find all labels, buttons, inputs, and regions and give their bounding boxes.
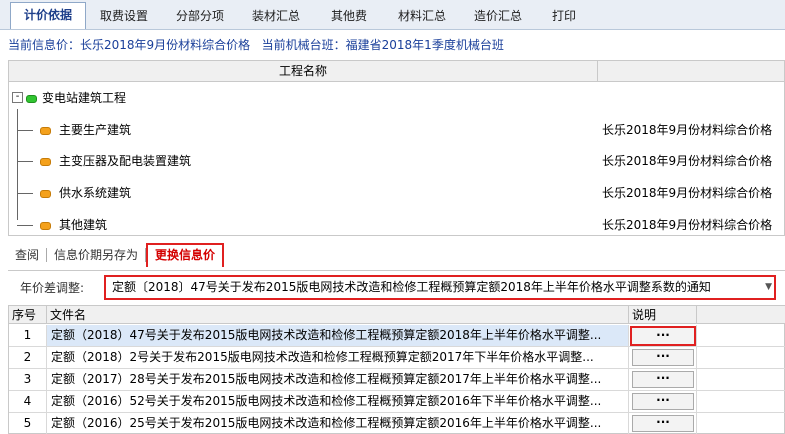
orange-node-icon bbox=[40, 127, 51, 135]
tree-branch-line bbox=[17, 161, 33, 162]
dropdown-arrow-icon[interactable]: ▼ bbox=[765, 277, 772, 298]
orange-node-icon bbox=[40, 158, 51, 166]
file-grid: 序号 文件名 说明 1 定额（2018）47号关于发布2015版电网技术改造和检… bbox=[8, 305, 785, 434]
grid-header: 序号 文件名 说明 bbox=[9, 306, 785, 324]
row-file-name[interactable]: 定额（2016）25号关于发布2015版电网技术改造和检修工程概预算定额2016… bbox=[47, 413, 629, 434]
row-number: 2 bbox=[9, 347, 47, 368]
table-row[interactable]: 2 定额（2018）2号关于发布2015版电网技术改造和检修工程概预算定额201… bbox=[9, 347, 785, 369]
tree-node-label: 主变压器及配电装置建筑 bbox=[59, 154, 192, 168]
row-number: 1 bbox=[9, 325, 47, 346]
tab-cost-summary[interactable]: 造价汇总 bbox=[460, 4, 536, 29]
tab-material-summary[interactable]: 装材汇总 bbox=[238, 4, 314, 29]
project-tree: 工程名称 - 变电站建筑工程 主要生产建筑 长乐2018年9月份材料综合价格 主… bbox=[8, 60, 785, 236]
tree-node-row[interactable]: 主要生产建筑 长乐2018年9月份材料综合价格 bbox=[9, 119, 784, 141]
row-note-cell: ··· bbox=[629, 325, 697, 346]
tab-pricing-basis[interactable]: 计价依据 bbox=[10, 2, 86, 29]
tree-node-price: 长乐2018年9月份材料综合价格 bbox=[602, 218, 773, 232]
tab-print[interactable]: 打印 bbox=[536, 4, 592, 29]
table-row[interactable]: 5 定额（2016）25号关于发布2015版电网技术改造和检修工程概预算定额20… bbox=[9, 413, 785, 434]
tab-lookup[interactable]: 查阅 bbox=[8, 243, 46, 267]
tree-node-label: 其他建筑 bbox=[59, 218, 108, 232]
table-row[interactable]: 4 定额（2016）52号关于发布2015版电网技术改造和检修工程概预算定额20… bbox=[9, 391, 785, 413]
table-row[interactable]: 3 定额（2017）28号关于发布2015版电网技术改造和检修工程概预算定额20… bbox=[9, 369, 785, 391]
row-note-cell: ··· bbox=[629, 369, 697, 390]
row-number: 4 bbox=[9, 391, 47, 412]
ellipsis-button[interactable]: ··· bbox=[632, 415, 694, 432]
tree-branch-line bbox=[17, 193, 33, 194]
year-adjust-selected-value: 定额〔2018〕47号关于发布2015版电网技术改造和检修工程概预算定额2018… bbox=[112, 280, 711, 294]
row-note-cell: ··· bbox=[629, 413, 697, 434]
current-price-label: 当前信息价：长乐2018年9月份材料综合价格 bbox=[8, 38, 251, 52]
column-header-no[interactable]: 序号 bbox=[9, 306, 47, 324]
tree-node-label: 供水系统建筑 bbox=[59, 186, 132, 200]
project-name-column-header[interactable]: 工程名称 bbox=[9, 61, 598, 81]
green-node-icon bbox=[26, 95, 37, 103]
tab-save-price-period[interactable]: 信息价期另存为 bbox=[47, 243, 145, 267]
tab-other-fees[interactable]: 其他费 bbox=[314, 4, 384, 29]
tree-branch-line bbox=[17, 130, 33, 131]
tree-root-row[interactable]: - 变电站建筑工程 bbox=[9, 87, 784, 109]
tab-sections[interactable]: 分部分项 bbox=[162, 4, 238, 29]
table-row[interactable]: 1 定额（2018）47号关于发布2015版电网技术改造和检修工程概预算定额20… bbox=[9, 325, 785, 347]
tree-node-price: 长乐2018年9月份材料综合价格 bbox=[602, 154, 773, 168]
tab-replace-info-price[interactable]: 更换信息价 bbox=[146, 243, 225, 267]
year-adjust-label: 年价差调整: bbox=[20, 281, 85, 295]
tree-node-row[interactable]: 其他建筑 长乐2018年9月份材料综合价格 bbox=[9, 214, 784, 235]
tab-materials-summary[interactable]: 材料汇总 bbox=[384, 4, 460, 29]
main-tab-bar: 计价依据 取费设置 分部分项 装材汇总 其他费 材料汇总 造价汇总 打印 bbox=[0, 0, 785, 30]
column-header-file[interactable]: 文件名 bbox=[47, 306, 629, 324]
current-machine-label: 当前机械台班：福建省2018年1季度机械台班 bbox=[261, 38, 504, 52]
tree-root-label: 变电站建筑工程 bbox=[42, 91, 127, 105]
row-note-cell: ··· bbox=[629, 347, 697, 368]
current-info-bar: 当前信息价：长乐2018年9月份材料综合价格 当前机械台班：福建省2018年1季… bbox=[0, 31, 785, 59]
ellipsis-button[interactable]: ··· bbox=[632, 393, 694, 410]
tree-node-label: 主要生产建筑 bbox=[59, 123, 132, 137]
orange-node-icon bbox=[40, 222, 51, 230]
sub-tab-bar: 查阅 信息价期另存为 更换信息价 bbox=[8, 243, 225, 267]
tree-node-row[interactable]: 主变压器及配电装置建筑 长乐2018年9月份材料综合价格 bbox=[9, 150, 784, 172]
row-number: 3 bbox=[9, 369, 47, 390]
row-note-cell: ··· bbox=[629, 391, 697, 412]
orange-node-icon bbox=[40, 190, 51, 198]
row-file-name[interactable]: 定额（2018）47号关于发布2015版电网技术改造和检修工程概预算定额2018… bbox=[47, 325, 629, 346]
ellipsis-button[interactable]: ··· bbox=[630, 326, 696, 346]
tree-node-price: 长乐2018年9月份材料综合价格 bbox=[602, 186, 773, 200]
year-adjust-select[interactable]: 定额〔2018〕47号关于发布2015版电网技术改造和检修工程概预算定额2018… bbox=[104, 275, 776, 300]
row-file-name[interactable]: 定额（2016）52号关于发布2015版电网技术改造和检修工程概预算定额2016… bbox=[47, 391, 629, 412]
tree-header: 工程名称 bbox=[9, 61, 784, 82]
year-adjust-panel: 年价差调整: 定额〔2018〕47号关于发布2015版电网技术改造和检修工程概预… bbox=[8, 270, 785, 303]
ellipsis-button[interactable]: ··· bbox=[632, 349, 694, 366]
tree-node-price: 长乐2018年9月份材料综合价格 bbox=[602, 123, 773, 137]
row-number: 5 bbox=[9, 413, 47, 434]
row-file-name[interactable]: 定额（2017）28号关于发布2015版电网技术改造和检修工程概预算定额2017… bbox=[47, 369, 629, 390]
column-header-note[interactable]: 说明 bbox=[629, 306, 697, 324]
tree-node-row[interactable]: 供水系统建筑 长乐2018年9月份材料综合价格 bbox=[9, 182, 784, 204]
tab-fee-settings[interactable]: 取费设置 bbox=[86, 4, 162, 29]
row-file-name[interactable]: 定额（2018）2号关于发布2015版电网技术改造和检修工程概预算定额2017年… bbox=[47, 347, 629, 368]
collapse-icon[interactable]: - bbox=[12, 92, 23, 103]
ellipsis-button[interactable]: ··· bbox=[632, 371, 694, 388]
tree-branch-line bbox=[17, 225, 33, 226]
